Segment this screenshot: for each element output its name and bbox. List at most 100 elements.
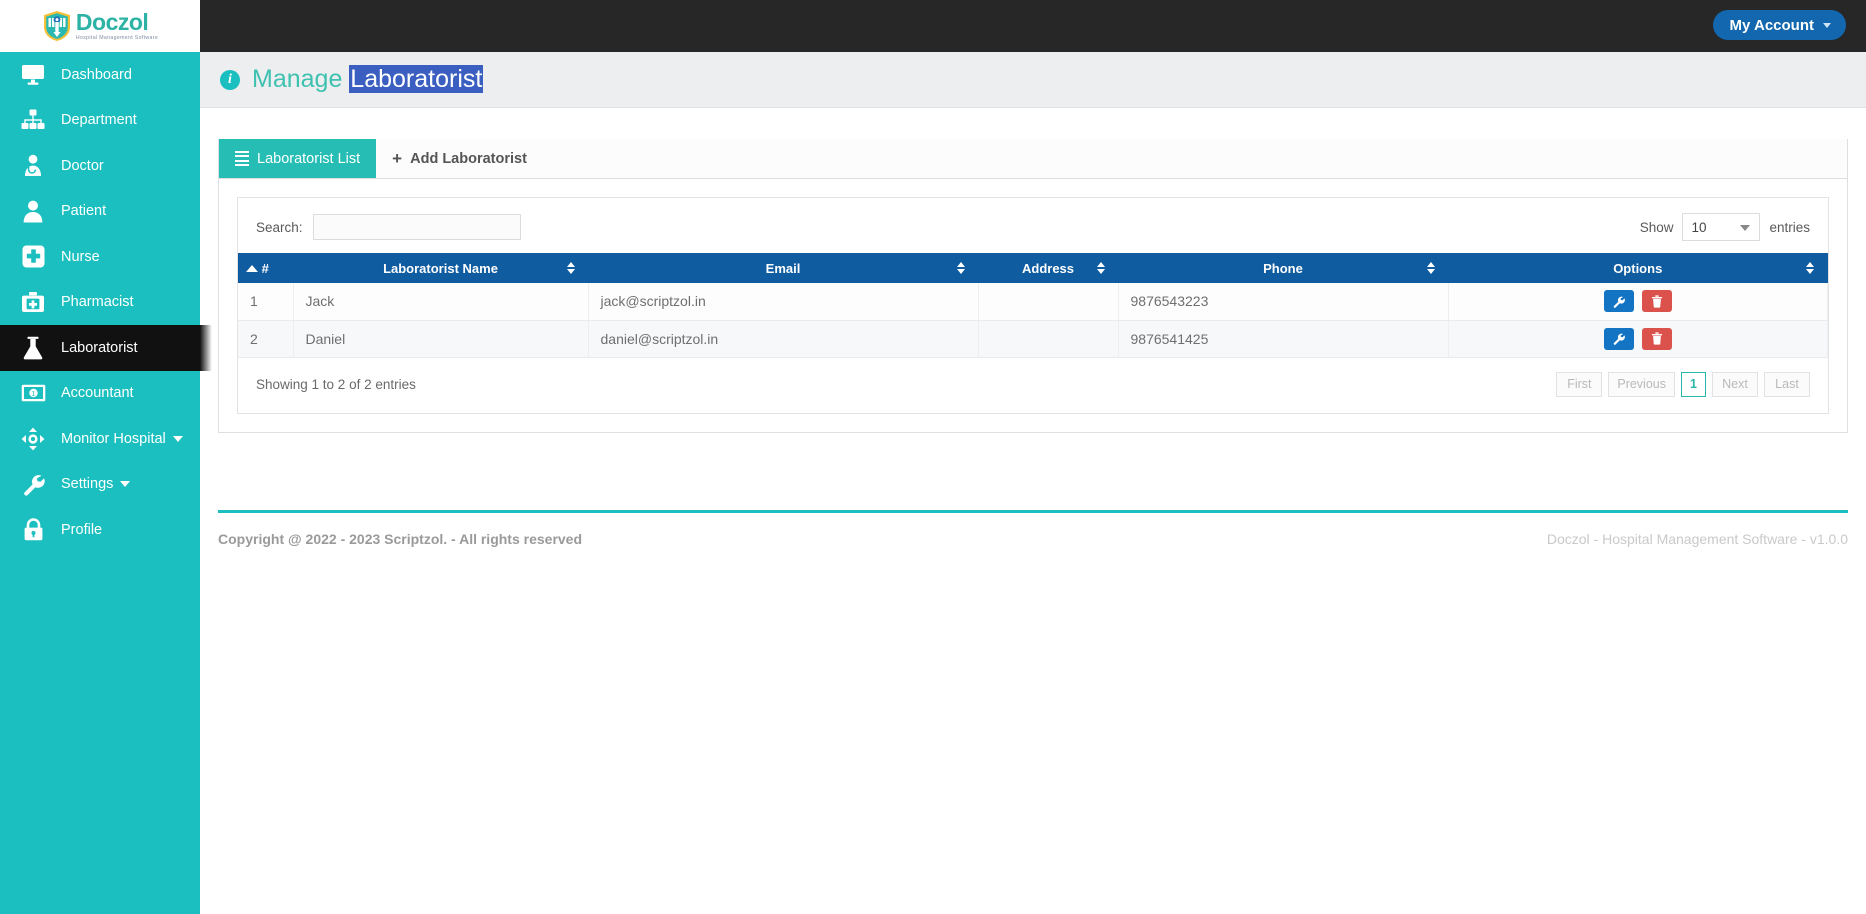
- sort-icon: [1426, 261, 1436, 275]
- delete-button[interactable]: [1641, 290, 1672, 313]
- sidebar-item-settings[interactable]: Settings: [0, 462, 200, 508]
- sidebar-item-label: Nurse: [61, 248, 100, 265]
- sidebar-item-laboratorist[interactable]: Laboratorist: [0, 325, 212, 371]
- pagination-previous[interactable]: Previous: [1608, 371, 1675, 397]
- sort-icon: [956, 261, 966, 275]
- tab-add-laboratorist[interactable]: + Add Laboratorist: [376, 139, 543, 178]
- sidebar-item-department[interactable]: Department: [0, 98, 200, 144]
- sidebar: Doczol Hospital Management Software Dash…: [0, 0, 212, 914]
- pagination-page-1[interactable]: 1: [1681, 371, 1706, 397]
- search-input[interactable]: [312, 214, 521, 240]
- chevron-down-icon: [120, 481, 131, 488]
- column-header-phone[interactable]: Phone: [1118, 253, 1449, 283]
- panel-tabs: Laboratorist List + Add Laboratorist: [219, 139, 1847, 179]
- sort-icon: [1096, 261, 1106, 275]
- sidebar-item-patient[interactable]: Patient: [0, 189, 200, 235]
- datatable-controls: Search: Show 10 entries: [238, 198, 1828, 253]
- tab-laboratorist-list[interactable]: Laboratorist List: [219, 139, 377, 178]
- lock-icon: [13, 518, 53, 541]
- show-label: Show: [1639, 219, 1674, 235]
- tab-label: Laboratorist List: [257, 150, 361, 167]
- table-header: # Laboratorist Name Email Address Phone …: [238, 253, 1828, 283]
- sidebar-item-monitor-hospital[interactable]: Monitor Hospital: [0, 416, 200, 462]
- column-label: Address: [1021, 260, 1075, 276]
- medical-cross-icon: [13, 245, 53, 268]
- sidebar-item-label: Monitor Hospital: [61, 430, 166, 447]
- sidebar-item-label: Settings: [61, 476, 114, 493]
- cell-options: [1448, 283, 1828, 321]
- plus-icon: +: [392, 149, 403, 168]
- edit-button[interactable]: [1603, 327, 1634, 350]
- cell-address: [978, 320, 1119, 358]
- pagination-first[interactable]: First: [1556, 371, 1603, 397]
- monitor-icon: [13, 64, 53, 86]
- sidebar-item-dashboard[interactable]: Dashboard: [0, 52, 200, 98]
- sidebar-item-accountant[interactable]: 1 Accountant: [0, 371, 200, 417]
- page-footer: Copyright @ 2022 - 2023 Scriptzol. - All…: [218, 510, 1848, 547]
- sidebar-item-pharmacist[interactable]: Pharmacist: [0, 280, 200, 326]
- search-control: Search:: [256, 214, 521, 240]
- column-label: #: [261, 260, 269, 276]
- column-label: Options: [1613, 260, 1663, 276]
- cell-address: [978, 283, 1119, 321]
- edit-button[interactable]: [1603, 290, 1634, 313]
- datatable-wrapper: Search: Show 10 entries # Laboratorist N…: [237, 197, 1829, 414]
- datatable-footer: Showing 1 to 2 of 2 entries First Previo…: [238, 358, 1828, 413]
- cell-name: Jack: [293, 283, 589, 321]
- user-icon: [13, 200, 53, 223]
- sitemap-icon: [13, 109, 53, 131]
- pagination-last[interactable]: Last: [1764, 371, 1810, 397]
- cell-phone: 9876543223: [1118, 283, 1449, 321]
- shield-medical-icon: [42, 10, 72, 42]
- move-arrows-icon: [13, 427, 53, 451]
- topbar: My Account: [200, 0, 1866, 52]
- brand-name: Doczol: [75, 8, 149, 35]
- main-content: Laboratorist List + Add Laboratorist Sea…: [200, 108, 1866, 433]
- sidebar-item-nurse[interactable]: Nurse: [0, 234, 200, 280]
- column-header-email[interactable]: Email: [588, 253, 979, 283]
- delete-button[interactable]: [1641, 327, 1672, 350]
- column-header-options[interactable]: Options: [1448, 253, 1828, 283]
- version-text: Doczol - Hospital Management Software - …: [1546, 531, 1848, 547]
- app-root: Doczol Hospital Management Software Dash…: [0, 0, 1866, 914]
- pagination: First Previous 1 Next Last: [1556, 371, 1810, 397]
- page-header: i Manage Laboratorist: [200, 52, 1866, 108]
- pagination-next[interactable]: Next: [1712, 371, 1758, 397]
- sort-icon: [566, 261, 576, 275]
- column-header-address[interactable]: Address: [978, 253, 1119, 283]
- entries-control: Show 10 entries: [1640, 213, 1810, 241]
- table-row: 1 Jack jack@scriptzol.in 9876543223: [238, 283, 1828, 321]
- doctor-icon: [13, 154, 53, 177]
- svg-text:1: 1: [31, 391, 35, 398]
- sidebar-item-label: Patient: [61, 203, 107, 220]
- entries-info: Showing 1 to 2 of 2 entries: [256, 376, 416, 392]
- entries-per-page-value: 10: [1691, 219, 1707, 235]
- brand-tagline: Hospital Management Software: [75, 34, 159, 41]
- sidebar-item-label: Doctor: [61, 157, 104, 174]
- sidebar-item-profile[interactable]: Profile: [0, 507, 200, 553]
- sidebar-item-label: Laboratorist: [61, 339, 138, 356]
- cell-email: jack@scriptzol.in: [588, 283, 979, 321]
- entries-per-page-select[interactable]: 10: [1682, 213, 1761, 241]
- brand-logo[interactable]: Doczol Hospital Management Software: [0, 0, 200, 52]
- search-label: Search:: [256, 219, 303, 235]
- page-title-highlight: Laboratorist: [349, 65, 484, 93]
- column-header-number[interactable]: #: [238, 253, 294, 283]
- sidebar-item-label: Dashboard: [61, 66, 132, 83]
- column-label: Phone: [1263, 260, 1303, 276]
- my-account-button[interactable]: My Account: [1712, 10, 1846, 40]
- sidebar-item-doctor[interactable]: Doctor: [0, 143, 200, 189]
- chevron-down-icon: [1823, 22, 1831, 28]
- cell-phone: 9876541425: [1118, 320, 1449, 358]
- sidebar-item-label: Profile: [61, 521, 103, 538]
- cell-number: 2: [238, 320, 294, 358]
- cell-options: [1448, 320, 1828, 358]
- banknote-icon: 1: [13, 384, 53, 402]
- list-icon: [235, 150, 249, 167]
- sidebar-item-label: Department: [61, 112, 137, 129]
- sidebar-nav: Dashboard Department Doctor Patient Nurs…: [0, 52, 212, 553]
- cell-number: 1: [238, 283, 294, 321]
- medical-bag-icon: [13, 291, 53, 313]
- column-header-name[interactable]: Laboratorist Name: [293, 253, 589, 283]
- laboratorist-table: # Laboratorist Name Email Address Phone …: [238, 253, 1828, 358]
